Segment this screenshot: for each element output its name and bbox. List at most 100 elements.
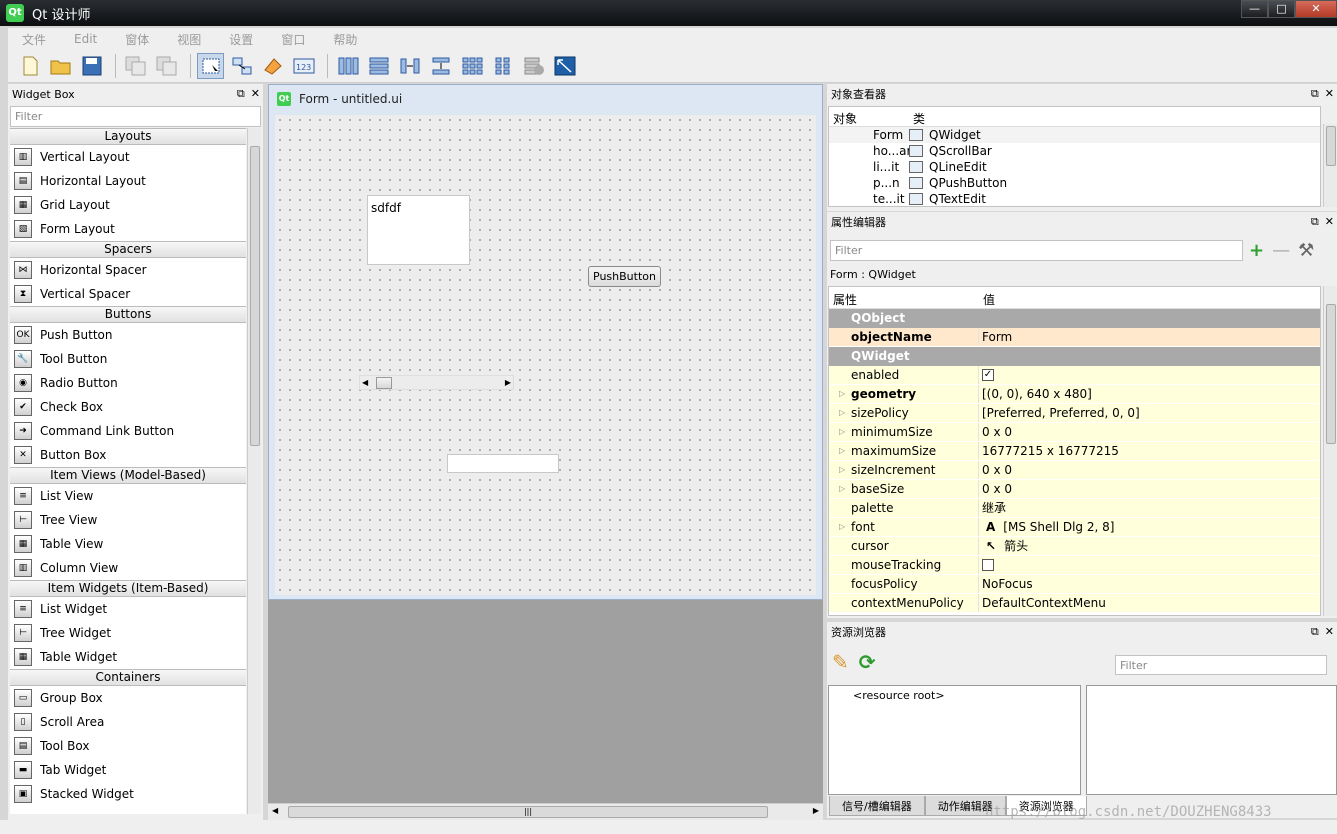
close-dock-icon[interactable]: ✕: [1325, 87, 1334, 101]
property-filter-input[interactable]: Filter: [830, 240, 1243, 261]
scroll-right-arrow-icon[interactable]: ▶: [505, 376, 511, 389]
resource-tree[interactable]: <resource root>: [828, 685, 1081, 795]
expand-arrow-icon[interactable]: ▷: [839, 423, 845, 441]
object-tree-row[interactable]: ho...ar QScrollBar: [829, 143, 1320, 159]
scrollbar-thumb[interactable]: [376, 377, 392, 389]
widget-category-header[interactable]: Item Views (Model-Based): [10, 467, 246, 484]
property-checkbox[interactable]: [982, 559, 994, 571]
form-window[interactable]: Qt Form - untitled.ui sdfdf PushButton ◀…: [268, 84, 823, 600]
property-row-font[interactable]: ▷ font A [MS Shell Dlg 2, 8]: [829, 518, 1320, 537]
resource-filter-input[interactable]: Filter: [1115, 655, 1327, 675]
widget-item[interactable]: ▤ Tool Box: [10, 734, 246, 758]
close-dock-icon[interactable]: ✕: [251, 87, 260, 101]
property-group-qobject[interactable]: QObject: [829, 309, 1320, 328]
menu-edit[interactable]: Edit: [60, 32, 111, 46]
tab-signal-slot-editor[interactable]: 信号/槽编辑器: [829, 796, 925, 816]
property-row-palette[interactable]: palette 继承: [829, 499, 1320, 518]
edit-buddies-icon[interactable]: [259, 53, 286, 79]
widget-item[interactable]: ▤ Horizontal Layout: [10, 169, 246, 193]
float-dock-icon[interactable]: ⧉: [1311, 215, 1319, 229]
property-value[interactable]: DefaultContextMenu: [979, 594, 1106, 612]
open-folder-icon[interactable]: [47, 53, 74, 79]
property-value[interactable]: 0 x 0: [979, 461, 1012, 479]
widget-item[interactable]: ≡ List View: [10, 484, 246, 508]
class-column-header[interactable]: 类: [909, 107, 929, 126]
property-row-objectname[interactable]: objectName Form: [829, 328, 1320, 347]
property-value[interactable]: 0 x 0: [979, 423, 1012, 441]
property-value[interactable]: ↖ 箭头: [979, 537, 1028, 555]
widget-item[interactable]: ▬ Tab Widget: [10, 758, 246, 782]
property-row-geometry[interactable]: ▷ geometry [(0, 0), 640 x 480]: [829, 385, 1320, 404]
widget-item[interactable]: ▣ Stacked Widget: [10, 782, 246, 806]
widget-category-header[interactable]: Containers: [10, 669, 246, 686]
expand-arrow-icon[interactable]: ▷: [839, 461, 845, 479]
scroll-left-arrow-icon[interactable]: ◀: [272, 806, 278, 815]
save-icon[interactable]: [78, 53, 105, 79]
expand-arrow-icon[interactable]: ▷: [839, 518, 845, 536]
property-editor-scrollbar[interactable]: [1323, 286, 1337, 616]
object-tree-row[interactable]: te...it QTextEdit: [829, 191, 1320, 207]
expand-arrow-icon[interactable]: ▷: [839, 480, 845, 498]
property-row-cursor[interactable]: cursor ↖ 箭头: [829, 537, 1320, 556]
scrollbar-thumb[interactable]: [250, 146, 260, 446]
new-file-icon[interactable]: [16, 53, 43, 79]
property-row-minimumsize[interactable]: ▷ minimumSize 0 x 0: [829, 423, 1320, 442]
expand-arrow-icon[interactable]: ▷: [839, 385, 845, 403]
property-value[interactable]: 16777215 x 16777215: [979, 442, 1119, 460]
remove-dynamic-property-icon[interactable]: —: [1272, 240, 1290, 261]
widget-item[interactable]: ⧗ Vertical Spacer: [10, 282, 246, 306]
widget-item[interactable]: ✕ Button Box: [10, 443, 246, 467]
layout-vertically-icon[interactable]: [365, 53, 392, 79]
widget-item[interactable]: OK Push Button: [10, 323, 246, 347]
copy-icon[interactable]: [122, 53, 149, 79]
close-button[interactable]: ✕: [1295, 0, 1337, 18]
menu-settings[interactable]: 设置: [215, 31, 267, 48]
scrollbar-thumb[interactable]: [1326, 304, 1336, 444]
widget-item[interactable]: ✔ Check Box: [10, 395, 246, 419]
menu-help[interactable]: 帮助: [319, 31, 371, 48]
form-horizontal-scrollbar[interactable]: ◀ ▶: [359, 375, 514, 390]
widget-item[interactable]: ⊢ Tree Widget: [10, 621, 246, 645]
float-dock-icon[interactable]: ⧉: [237, 87, 245, 101]
form-text-edit[interactable]: sdfdf: [367, 195, 470, 265]
maximize-button[interactable]: □: [1268, 0, 1295, 18]
scrollbar-thumb[interactable]: |||: [288, 806, 768, 818]
menu-form[interactable]: 窗体: [111, 31, 163, 48]
menu-window[interactable]: 窗口: [267, 31, 319, 48]
resource-file-list[interactable]: [1086, 685, 1337, 795]
float-dock-icon[interactable]: ⧉: [1311, 87, 1319, 101]
scroll-right-arrow-icon[interactable]: ▶: [813, 806, 819, 815]
property-value[interactable]: Form: [979, 328, 1012, 346]
close-dock-icon[interactable]: ✕: [1325, 215, 1334, 229]
widget-item[interactable]: ➜ Command Link Button: [10, 419, 246, 443]
property-value[interactable]: NoFocus: [979, 575, 1033, 593]
property-value[interactable]: A [MS Shell Dlg 2, 8]: [979, 518, 1114, 536]
value-column-header[interactable]: 值: [979, 287, 999, 308]
widget-item[interactable]: ⋈ Horizontal Spacer: [10, 258, 246, 282]
property-row-sizeincrement[interactable]: ▷ sizeIncrement 0 x 0: [829, 461, 1320, 480]
scroll-left-arrow-icon[interactable]: ◀: [362, 376, 368, 389]
close-dock-icon[interactable]: ✕: [1325, 625, 1334, 639]
widget-item[interactable]: ▦ Table View: [10, 532, 246, 556]
adjust-size-icon[interactable]: [551, 53, 578, 79]
layout-vertical-splitter-icon[interactable]: [427, 53, 454, 79]
widget-category-header[interactable]: Spacers: [10, 241, 246, 258]
property-column-header[interactable]: 属性: [829, 287, 979, 308]
property-row-contextmenupolicy[interactable]: contextMenuPolicy DefaultContextMenu: [829, 594, 1320, 613]
form-window-titlebar[interactable]: Qt Form - untitled.ui: [269, 85, 822, 113]
object-tree-row[interactable]: Form QWidget: [829, 127, 1320, 143]
property-value[interactable]: [Preferred, Preferred, 0, 0]: [979, 404, 1140, 422]
form-canvas[interactable]: sdfdf PushButton ◀ ▶: [275, 115, 816, 595]
property-row-maximumsize[interactable]: ▷ maximumSize 16777215 x 16777215: [829, 442, 1320, 461]
edit-tab-order-icon[interactable]: 123: [290, 53, 317, 79]
mdi-horizontal-scrollbar[interactable]: ◀ ||| ▶: [268, 803, 823, 820]
property-value[interactable]: [979, 556, 994, 574]
property-value[interactable]: ✓: [979, 366, 994, 384]
paste-icon[interactable]: [153, 53, 180, 79]
widget-box-scrollbar[interactable]: [247, 128, 261, 814]
property-group-qwidget[interactable]: QWidget: [829, 347, 1320, 366]
break-layout-icon[interactable]: [520, 53, 547, 79]
edit-signals-slots-icon[interactable]: [228, 53, 255, 79]
property-row-focuspolicy[interactable]: focusPolicy NoFocus: [829, 575, 1320, 594]
widget-item[interactable]: ▭ Group Box: [10, 686, 246, 710]
